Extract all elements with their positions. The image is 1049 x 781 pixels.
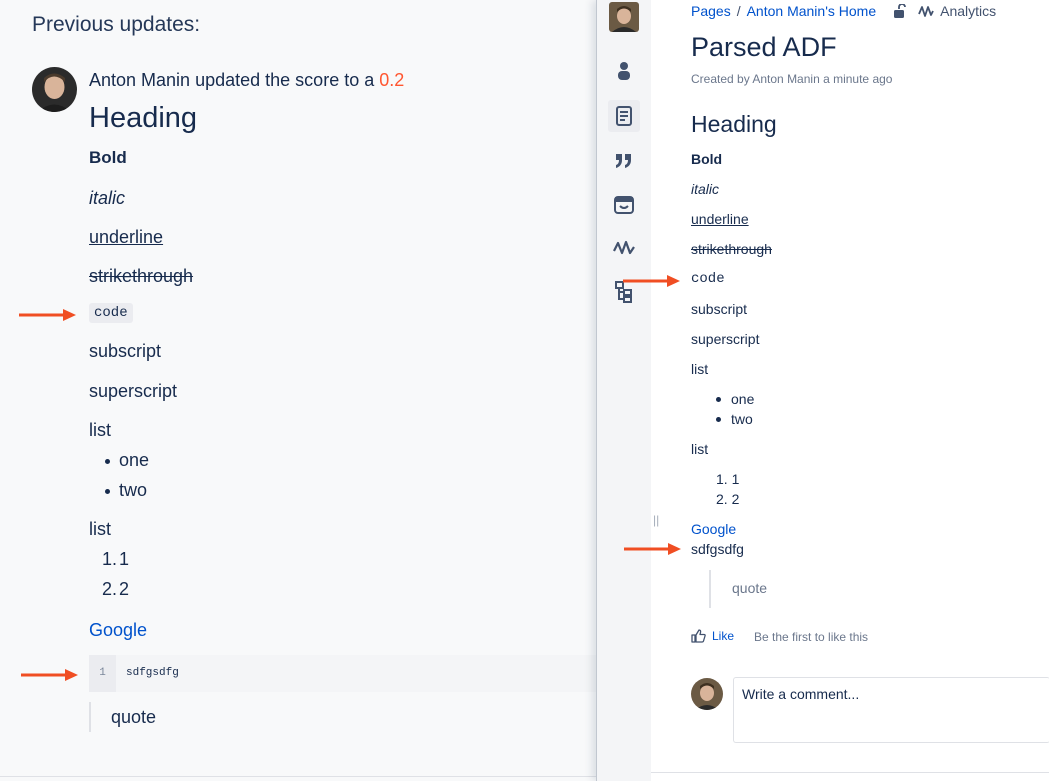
content-list-label: list [89,519,111,539]
content-inline-code: code [89,303,133,323]
google-link[interactable]: Google [691,521,736,537]
content-superscript: superscript [691,331,760,347]
rail-blog[interactable] [608,144,640,176]
content-list-label: list [89,420,111,440]
bullet-dot [716,417,721,422]
analytics-icon [613,240,635,255]
content-strikethrough: strikethrough [89,266,194,286]
page-panel: || [596,0,1049,781]
person-icon [618,62,630,80]
avatar [32,67,77,112]
content-inline-code: code [691,271,725,287]
numbered-item: 2. 2 [716,491,740,507]
bullet-dot [716,397,721,402]
content-heading: Heading [89,102,198,134]
rail-calendar[interactable] [608,188,640,220]
content-list-label: list [691,361,709,377]
breadcrumb-home[interactable]: Anton Manin's Home [747,3,877,19]
update-line: Anton Manin updated the score to a 0.2 [89,70,404,91]
breadcrumb-pages[interactable]: Pages [691,3,731,19]
numbered-marker: 1. [102,549,118,569]
numbered-item: 1. 1 [716,471,740,487]
previous-updates-pane: Previous updates: Anton Manin updated th… [0,0,596,781]
like-summary: Be the first to like this [754,630,869,644]
blockquote: quote [89,702,156,732]
numbered-marker: 2. [102,579,118,599]
divider [651,772,1049,773]
content-strikethrough: strikethrough [691,241,772,257]
bullet-dot [105,459,110,464]
bullet-item: one [731,391,755,407]
bullet-item: one [119,450,150,470]
page-icon [616,106,632,126]
content-underline: underline [691,211,749,227]
space-avatar[interactable] [609,2,639,32]
numbered-item: 1 [119,549,130,569]
breadcrumb-separator: / [736,3,741,19]
update-author[interactable]: Anton Manin [89,70,190,90]
like-label: Like [712,629,735,643]
content-underline: underline [89,227,164,247]
annotation-arrow-icon [19,309,76,321]
update-action: updated the score to a [195,70,375,90]
blockquote-bar [709,570,711,608]
comment-placeholder: Write a comment... [742,686,860,702]
avatar [691,678,723,710]
sidebar-rail [597,0,651,781]
content-subscript: subscript [89,341,162,361]
content-superscript: superscript [89,381,178,401]
annotation-arrow-icon [21,669,78,681]
content-italic: italic [691,181,720,197]
bullet-item: two [731,411,753,427]
bullet-dot [105,489,110,494]
previous-updates-title: Previous updates: [32,13,201,36]
calendar-icon [614,196,634,214]
resize-handle[interactable]: || [653,513,659,527]
annotation-arrow-icon [623,275,680,287]
analytics-icon [918,5,934,18]
unlock-icon[interactable] [892,4,907,18]
content-plain-text: sdfgsdfg [691,541,744,557]
rail-people[interactable] [608,55,640,87]
like-icon [691,629,706,643]
numbered-item: 2 [119,579,130,599]
content-bold: Bold [691,151,723,167]
code-line-number: 1 [89,655,116,692]
like-button[interactable]: Like [691,629,734,643]
page-byline: Created by Anton Manin a minute ago [691,72,893,86]
update-score: 0.2 [379,70,405,90]
divider [0,776,596,777]
code-block-text: sdfgsdfg [126,667,179,679]
blockquote: quote [732,580,768,596]
content-italic: italic [89,188,126,208]
rail-analytics[interactable] [608,232,640,264]
content-subscript: subscript [691,301,748,317]
page-title: Parsed ADF [691,32,837,62]
quote-icon [616,154,631,168]
content-bold: Bold [89,148,127,167]
google-link[interactable]: Google [89,620,147,641]
analytics-link[interactable]: Analytics [940,3,996,19]
rail-pages[interactable] [608,100,640,132]
bullet-item: two [119,480,148,500]
content-list-label: list [691,441,709,457]
annotation-arrow-icon [624,543,681,555]
content-heading: Heading [691,111,777,137]
breadcrumb: Pages / Anton Manin's Home Analytics [691,3,996,19]
code-block: 1 sdfgsdfg [89,655,596,692]
